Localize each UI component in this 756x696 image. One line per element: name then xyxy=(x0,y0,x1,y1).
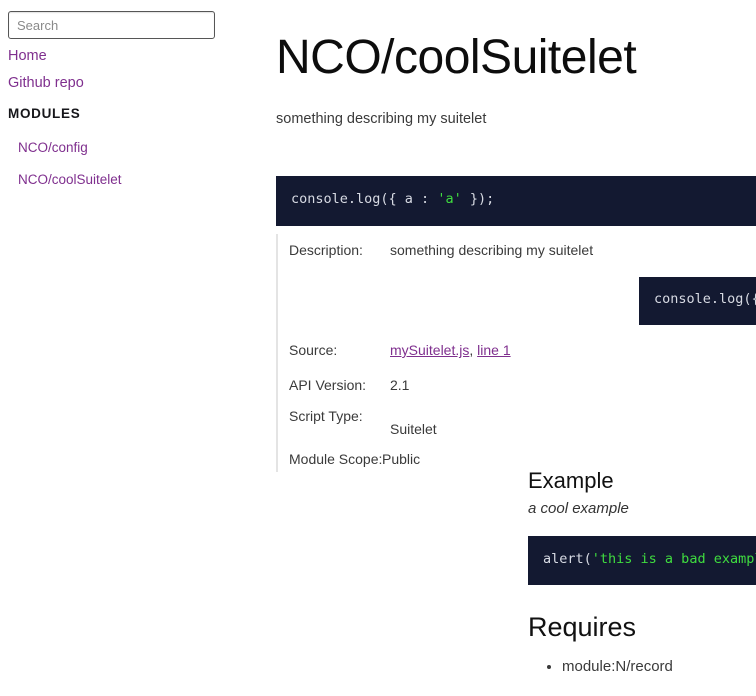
detail-value-script-type: Suitelet xyxy=(390,421,437,437)
code-block-top: console.log({ a : 'a' }); xyxy=(276,176,756,226)
module-details-table: Description: something describing my sui… xyxy=(276,234,756,472)
code-token-string: 'this is a bad example!' xyxy=(591,551,756,567)
table-row: Module Scope: Public xyxy=(278,442,756,472)
detail-value-description: something describing my suitelet xyxy=(390,242,594,258)
example-subtitle: a cool example xyxy=(528,500,629,517)
sidebar-item-home[interactable]: Home xyxy=(8,48,252,64)
detail-value-api-version: 2.1 xyxy=(390,377,410,393)
source-file-link[interactable]: mySuitelet.js xyxy=(390,342,469,358)
detail-label-script-type: Script Type: xyxy=(289,408,363,424)
sidebar-item-github-repo[interactable]: Github repo xyxy=(8,75,252,91)
sidebar-item-nco-config[interactable]: NCO/config xyxy=(18,140,88,155)
section-title-example: Example xyxy=(528,468,614,493)
code-block-example: alert('this is a bad example!'); xyxy=(528,536,756,585)
code-token-string: 'a' xyxy=(437,191,462,207)
search-container xyxy=(0,0,252,39)
search-input[interactable] xyxy=(8,11,215,39)
detail-separator: , xyxy=(469,342,478,358)
sidebar-nav: Home Github repo xyxy=(0,39,252,91)
table-row: Script Type: Suitelet xyxy=(278,406,756,442)
code-token-prefix: alert( xyxy=(543,551,592,567)
list-item: NCO/coolSuitelet xyxy=(0,171,252,189)
table-row: API Version: 2.1 xyxy=(278,374,756,406)
source-line-link[interactable]: line 1 xyxy=(477,342,510,358)
detail-value-module-scope: Public xyxy=(382,451,421,467)
main-content: NCO/coolSuitelet something describing my… xyxy=(252,0,756,696)
code-token-suffix: }); xyxy=(461,191,495,207)
sidebar-section-heading-modules: MODULES xyxy=(8,106,81,122)
sidebar-module-list: NCO/config NCO/coolSuitelet xyxy=(0,139,252,189)
list-item: module:N/record xyxy=(562,658,673,675)
page-title: NCO/coolSuitelet xyxy=(276,31,637,84)
sidebar: Home Github repo MODULES NCO/config NCO/… xyxy=(0,0,252,696)
detail-label-module-scope: Module Scope: xyxy=(289,451,383,467)
table-row: Source: mySuitelet.js, line 1 xyxy=(278,342,756,374)
section-title-requires: Requires xyxy=(528,612,637,642)
table-row: Description: something describing my sui… xyxy=(278,234,756,270)
requires-list: module:N/record xyxy=(528,658,673,675)
detail-label-description: Description: xyxy=(289,242,363,258)
sidebar-item-nco-coolsuitelet[interactable]: NCO/coolSuitelet xyxy=(18,172,122,187)
documentation-page: Home Github repo MODULES NCO/config NCO/… xyxy=(0,0,756,696)
module-description: something describing my suitelet xyxy=(276,111,487,128)
detail-value-source: mySuitelet.js, line 1 xyxy=(390,342,511,358)
code-token-prefix: console.log({ a : xyxy=(291,191,438,207)
list-item: NCO/config xyxy=(0,139,252,157)
code-token-prefix: console.log({ a : xyxy=(654,291,756,307)
code-block-description: console.log({ a : 'a' }); xyxy=(639,277,756,325)
detail-label-api-version: API Version: xyxy=(289,377,367,393)
detail-label-source: Source: xyxy=(289,342,338,358)
